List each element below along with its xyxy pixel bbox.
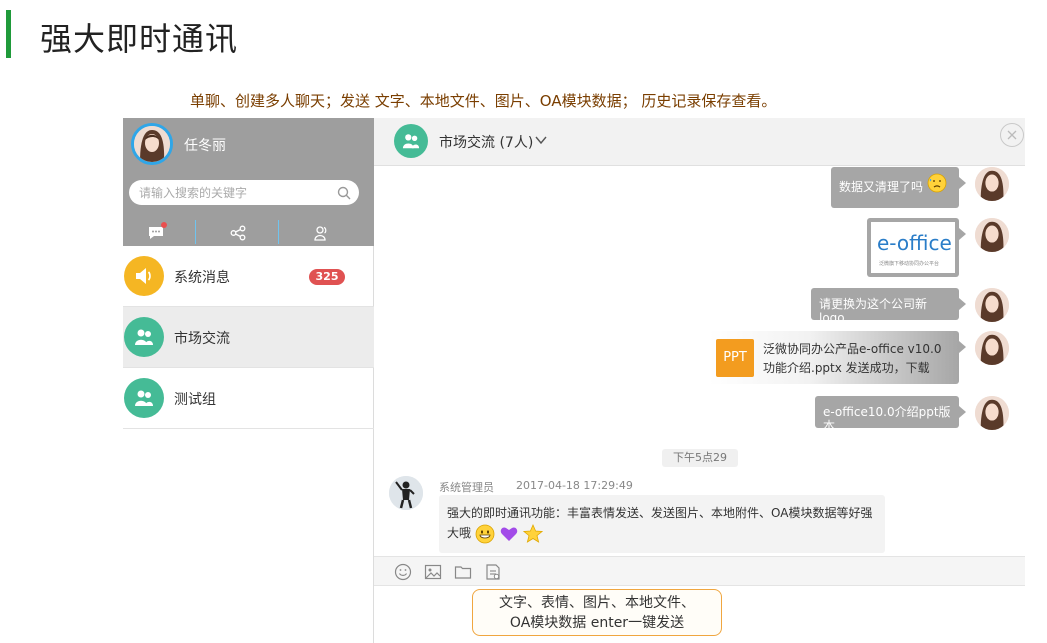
close-button[interactable] (1000, 123, 1024, 147)
chat-header: 市场交流 (7人) (374, 118, 1025, 166)
sidebar-item-system-messages[interactable]: 系统消息 325 (123, 246, 374, 307)
sidebar-header: 任冬丽 (123, 118, 374, 246)
file-message-bubble[interactable]: PPT 泛微协同办公产品e-office v10.0 功能介绍.pptx 发送成… (709, 331, 966, 384)
message-text: e-office10.0介绍ppt版本 (823, 405, 951, 433)
chevron-down-icon[interactable] (534, 132, 548, 151)
search-box[interactable] (129, 180, 359, 205)
send-hint-callout: 文字、表情、图片、本地文件、 OA模块数据 enter一键发送 (472, 589, 722, 636)
sender-name: 系统管理员 (439, 481, 494, 494)
image-icon[interactable] (424, 563, 442, 581)
admin-avatar[interactable] (389, 476, 423, 510)
user-name: 任冬丽 (184, 138, 226, 154)
message-bubble[interactable]: e-office10.0介绍ppt版本 (815, 396, 966, 433)
unread-dot (161, 222, 167, 228)
callout-line-2: OA模块数据 enter一键发送 (509, 615, 685, 631)
input-toolbar (374, 556, 1025, 586)
sidebar-item-test-group[interactable]: 测试组 (123, 368, 374, 429)
page-subtitle: 单聊、创建多人聊天；发送 文字、本地文件、图片、OA模块数据； 历史记录保存查看… (190, 92, 777, 110)
grin-emoji-icon (475, 524, 495, 543)
chat-panel: 市场交流 (7人) 数据又清理了吗 e-office 泛微旗下移动协同办公平台 … (374, 118, 1025, 643)
share-icon (230, 225, 246, 241)
im-app: 任冬丽 请输入搜索的关键字 系统消息 325 市场交流 测试组 市场交流 (7人… (123, 118, 1025, 643)
page: 强大即时通讯 单聊、创建多人聊天；发送 文字、本地文件、图片、OA模块数据； 历… (0, 0, 1047, 643)
group-icon (124, 378, 164, 418)
file-message-text: 泛微协同办公产品e-office v10.0 功能介绍.pptx 发送成功，下载 (763, 342, 942, 375)
folder-icon[interactable] (454, 563, 472, 581)
tab-share[interactable] (227, 222, 249, 244)
my-avatar[interactable] (975, 331, 1009, 365)
page-title: 强大即时通讯 (40, 20, 239, 58)
star-emoji-icon (522, 523, 543, 543)
logo-text: e-office (877, 231, 952, 255)
message-bubble[interactable]: 数据又清理了吗 (831, 167, 966, 208)
eoffice-logo-image[interactable]: e-office 泛微旗下移动协同办公平台 (871, 222, 955, 273)
sidebar-item-market[interactable]: 市场交流 (123, 307, 374, 368)
contacts-icon (314, 226, 327, 241)
time-separator: 下午5点29 (662, 449, 738, 467)
user-avatar-image (134, 126, 170, 162)
emoji-icon[interactable] (394, 563, 412, 581)
my-avatar[interactable] (975, 396, 1009, 430)
unread-count-badge: 325 (309, 269, 345, 285)
tab-divider (195, 220, 196, 244)
user-avatar[interactable] (131, 123, 173, 165)
sidebar-item-label: 系统消息 (174, 270, 230, 286)
system-message-bubble[interactable]: 强大的即时通讯功能：丰富表情发送、发送图片、本地附件、OA模块数据等好强大哦 (439, 495, 885, 553)
message-timestamp: 2017-04-18 17:29:49 (516, 479, 633, 492)
message-text: 请更换为这个公司新logo (819, 297, 928, 325)
message-text: 数据又清理了吗 (839, 180, 924, 194)
tab-chats[interactable] (145, 222, 167, 244)
group-icon (124, 317, 164, 357)
sidebar-item-label: 市场交流 (174, 331, 230, 347)
my-avatar[interactable] (975, 167, 1009, 201)
oa-module-icon[interactable] (484, 563, 502, 581)
sidebar-tabs (123, 218, 374, 246)
logo-subtext: 泛微旗下移动协同办公平台 (879, 261, 940, 267)
sweat-emoji-icon (927, 173, 947, 193)
group-icon (394, 124, 428, 158)
speaker-icon (124, 256, 164, 296)
message-bubble[interactable]: 请更换为这个公司新logo (811, 288, 966, 325)
close-icon (1007, 130, 1017, 140)
tab-divider (278, 220, 279, 244)
sidebar: 任冬丽 请输入搜索的关键字 系统消息 325 市场交流 测试组 (123, 118, 374, 643)
image-message-bubble[interactable]: e-office 泛微旗下移动协同办公平台 (867, 218, 966, 277)
chat-title[interactable]: 市场交流 (7人) (439, 132, 533, 152)
my-avatar[interactable] (975, 288, 1009, 322)
search-icon[interactable] (337, 185, 351, 204)
search-input[interactable] (129, 180, 329, 205)
title-accent-bar (6, 10, 11, 58)
heart-emoji-icon (500, 527, 517, 541)
tab-contacts[interactable] (310, 222, 332, 244)
sidebar-item-label: 测试组 (174, 392, 216, 408)
ppt-file-icon: PPT (716, 339, 754, 377)
my-avatar[interactable] (975, 218, 1009, 252)
callout-line-1: 文字、表情、图片、本地文件、 (499, 595, 695, 611)
